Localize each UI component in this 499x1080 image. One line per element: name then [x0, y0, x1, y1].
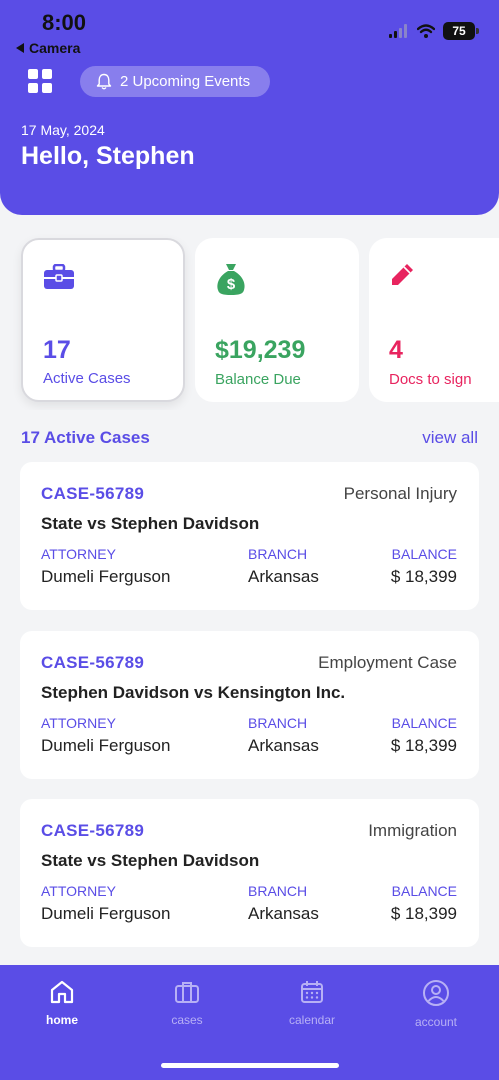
branch-label: BRANCH: [248, 883, 308, 899]
docs-to-sign-count: 4: [389, 336, 403, 364]
attorney-value: Dumeli Ferguson: [41, 904, 171, 923]
balance-value: $ 18,399: [390, 567, 457, 586]
balance-value: $ 18,399: [390, 904, 457, 923]
briefcase-icon: [175, 982, 199, 1003]
active-cases-count: 17: [43, 336, 71, 364]
nav-cases[interactable]: cases: [137, 979, 237, 1027]
branch-column: BRANCH Arkansas: [248, 883, 319, 924]
back-triangle-icon: [16, 43, 24, 53]
nav-calendar[interactable]: calendar: [262, 979, 362, 1027]
bell-icon: [96, 73, 112, 90]
balance-due-amount: $19,239: [215, 336, 306, 364]
nav-home[interactable]: home: [12, 979, 112, 1027]
balance-value: $ 18,399: [390, 736, 457, 755]
branch-value: Arkansas: [248, 904, 319, 923]
account-icon: [423, 980, 449, 1006]
balance-label: BALANCE: [391, 883, 457, 899]
attorney-column: ATTORNEY Dumeli Ferguson: [41, 546, 170, 587]
pencil-icon: [392, 264, 413, 285]
balance-label: BALANCE: [391, 546, 457, 562]
balance-column: BALANCE $ 18,399: [391, 715, 457, 756]
attorney-label: ATTORNEY: [41, 546, 116, 562]
case-id: CASE-56789: [41, 821, 145, 840]
attorney-label: ATTORNEY: [41, 883, 116, 899]
case-id: CASE-56789: [41, 653, 145, 672]
grid-cell: [28, 69, 38, 79]
svg-text:$: $: [227, 276, 236, 293]
back-to-camera-link[interactable]: Camera: [16, 40, 80, 56]
branch-label: BRANCH: [248, 546, 308, 562]
nav-cases-label: cases: [171, 1013, 203, 1027]
active-cases-label: Active Cases: [43, 370, 131, 387]
home-indicator[interactable]: [161, 1063, 339, 1068]
attorney-label: ATTORNEY: [41, 715, 116, 731]
briefcase-icon: [44, 264, 74, 289]
nav-calendar-label: calendar: [288, 1013, 336, 1027]
nav-account[interactable]: account: [386, 979, 486, 1029]
view-all-link[interactable]: view all: [422, 428, 478, 448]
grid-cell: [42, 69, 52, 79]
stat-card-balance-due[interactable]: $ $19,239 Balance Due: [195, 238, 359, 402]
case-title: State vs Stephen Davidson: [41, 851, 260, 870]
balance-label: BALANCE: [391, 715, 457, 731]
battery-indicator: 75: [443, 22, 479, 40]
branch-column: BRANCH Arkansas: [248, 546, 319, 587]
case-card[interactable]: CASE-56789 Immigration State vs Stephen …: [20, 799, 479, 947]
case-title: Stephen Davidson vs Kensington Inc.: [41, 683, 346, 702]
case-title: State vs Stephen Davidson: [41, 514, 260, 533]
back-label: Camera: [29, 40, 81, 56]
wifi-icon: [417, 24, 435, 38]
stat-card-docs-to-sign[interactable]: 4 Docs to sign: [369, 238, 499, 402]
stats-carousel[interactable]: 17 Active Cases $ $19,239 Balance Due 4 …: [0, 230, 499, 410]
calendar-icon: [301, 981, 323, 1003]
header: 8:00 Camera 75 2 Upcoming Events 17 May,…: [0, 0, 499, 215]
attorney-value: Dumeli Ferguson: [41, 736, 171, 755]
attorney-column: ATTORNEY Dumeli Ferguson: [41, 883, 170, 924]
balance-column: BALANCE $ 18,399: [391, 546, 457, 587]
upcoming-events-label: 2 Upcoming Events: [120, 73, 251, 90]
case-card[interactable]: CASE-56789 Personal Injury State vs Step…: [20, 462, 479, 610]
case-id: CASE-56789: [41, 484, 145, 503]
nav-home-label: home: [45, 1013, 78, 1027]
docs-to-sign-label: Docs to sign: [389, 371, 472, 388]
home-icon: [50, 980, 74, 1004]
current-date: 17 May, 2024: [21, 122, 105, 138]
status-time: 8:00: [42, 10, 87, 35]
upcoming-events-button[interactable]: 2 Upcoming Events: [80, 66, 270, 97]
cellular-signal-icon: [389, 24, 407, 38]
attorney-column: ATTORNEY Dumeli Ferguson: [41, 715, 170, 756]
grid-cell: [28, 83, 38, 93]
balance-column: BALANCE $ 18,399: [391, 883, 457, 924]
branch-column: BRANCH Arkansas: [248, 715, 319, 756]
nav-account-label: account: [414, 1015, 458, 1029]
greeting: Hello, Stephen: [21, 142, 195, 170]
case-card[interactable]: CASE-56789 Employment Case Stephen David…: [20, 631, 479, 779]
stat-card-active-cases[interactable]: 17 Active Cases: [21, 238, 185, 402]
branch-label: BRANCH: [248, 715, 308, 731]
money-bag-icon: $: [217, 264, 245, 295]
case-type: Personal Injury: [343, 484, 457, 503]
grid-cell: [42, 83, 52, 93]
branch-value: Arkansas: [248, 567, 319, 586]
section-title: 17 Active Cases: [21, 428, 150, 447]
attorney-value: Dumeli Ferguson: [41, 567, 171, 586]
status-indicators: 75: [389, 22, 479, 40]
menu-grid-button[interactable]: [28, 69, 52, 93]
active-cases-section-header: 17 Active Cases view all: [21, 428, 478, 448]
case-type: Employment Case: [318, 653, 457, 672]
balance-due-label: Balance Due: [215, 371, 301, 388]
case-type: Immigration: [368, 821, 457, 840]
branch-value: Arkansas: [248, 736, 319, 755]
